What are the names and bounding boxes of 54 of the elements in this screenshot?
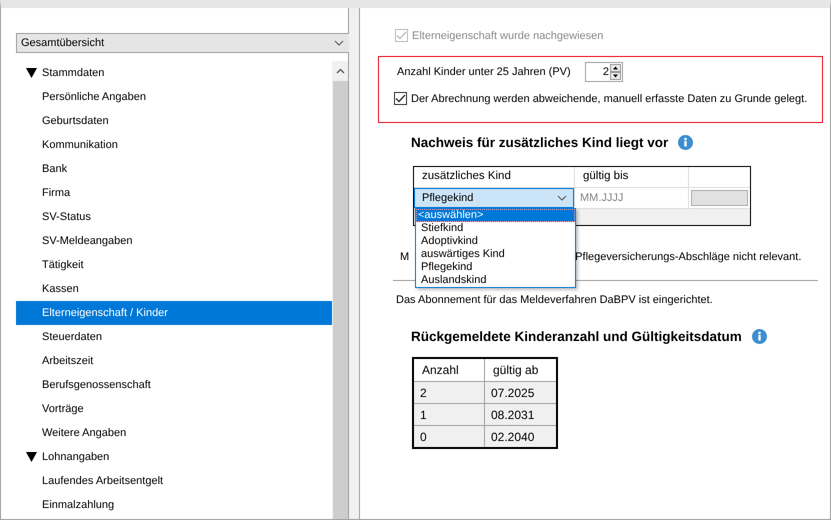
tree-item[interactable]: Geburtsdaten (16, 109, 332, 133)
tree-item[interactable]: Elterneigenschaft / Kinder (16, 301, 332, 325)
dropdown-option[interactable]: Auslandskind (416, 274, 575, 287)
triangle-down-icon (26, 68, 37, 78)
scroll-up-icon (336, 68, 345, 74)
dropdown-option[interactable]: Stiefkind (416, 222, 575, 235)
tree-item[interactable]: Bank (16, 157, 332, 181)
tree-item[interactable]: Vorträge (16, 397, 332, 421)
spin-up-icon[interactable] (610, 64, 621, 72)
tree-item[interactable]: Laufendes Arbeitsentgelt (16, 469, 332, 493)
chevron-down-icon (557, 195, 567, 201)
number-spinner[interactable]: 2 (585, 62, 623, 82)
table-row[interactable]: Pflegekind MM.JJJJ (414, 188, 750, 209)
column-header[interactable]: gültig bis (574, 167, 688, 187)
checkbox-label: Elterneigenschaft wurde nachgewiesen (412, 30, 604, 42)
table-cell: 2 (413, 382, 484, 404)
tree-item[interactable]: Berufsgenossenschaft (16, 373, 332, 397)
tree-item[interactable]: Firma (16, 181, 332, 205)
splitter[interactable] (349, 8, 360, 519)
column-header: Anzahl (413, 358, 484, 382)
dropdown-option[interactable]: auswärtiges Kind (416, 248, 575, 261)
kind-select[interactable]: Pflegekind (414, 188, 574, 208)
tree-item[interactable]: Persönliche Angaben (16, 85, 332, 109)
note-text: Pflegeversicherungs-Abschläge nicht relevant. (575, 251, 802, 265)
status-text: Das Abonnement für das Meldeverfahren DaBPV ist eingerichtet. (396, 294, 714, 306)
table-cell: 1 (413, 404, 484, 426)
info-icon[interactable] (678, 135, 694, 150)
checkbox[interactable] (394, 92, 407, 105)
tree-item[interactable]: SV-Status (16, 205, 332, 229)
view-select[interactable]: Gesamtübersicht (16, 33, 350, 53)
tree-item[interactable]: Einmalzahlung (16, 493, 332, 517)
tree-item[interactable]: Lohnangaben (16, 445, 332, 469)
tree-item[interactable]: Weitere Angaben (16, 421, 332, 445)
field-label: Anzahl Kinder unter 25 Jahren (PV) (397, 66, 572, 78)
dropdown-option[interactable]: Pflegekind (416, 261, 575, 274)
tree-item[interactable]: Kassen (16, 277, 332, 301)
tree-item[interactable]: Stammdaten (16, 61, 332, 85)
dropdown-option[interactable]: Adoptivkind (416, 235, 575, 248)
checkbox-label: Der Abrechnung werden abweichende, manuell erfasste Daten zu Grunde gelegt. (411, 92, 808, 104)
triangle-down-icon (26, 452, 37, 462)
tree-item[interactable]: SV-Meldeangaben (16, 229, 332, 253)
tree-item[interactable]: Kommunikation (16, 133, 332, 157)
tree-item[interactable]: Steuerdaten (16, 325, 332, 349)
column-header[interactable]: zusätzliches Kind (414, 167, 574, 187)
section-heading: Rückgemeldete Kinderanzahl und Gültigkeitsdatum (411, 329, 742, 344)
spin-down-icon[interactable] (610, 72, 621, 80)
section-heading: Nachweis für zusätzliches Kind liegt vor (411, 135, 668, 150)
dropdown-option[interactable]: <auswählen> (416, 209, 575, 222)
tree-item[interactable]: Tätigkeit (16, 253, 332, 277)
chevron-down-icon (334, 40, 344, 46)
column-header: gültig ab (484, 358, 557, 382)
info-icon[interactable] (752, 329, 767, 344)
tree-item[interactable]: Arbeitszeit (16, 349, 332, 373)
note-text: M (400, 251, 410, 265)
